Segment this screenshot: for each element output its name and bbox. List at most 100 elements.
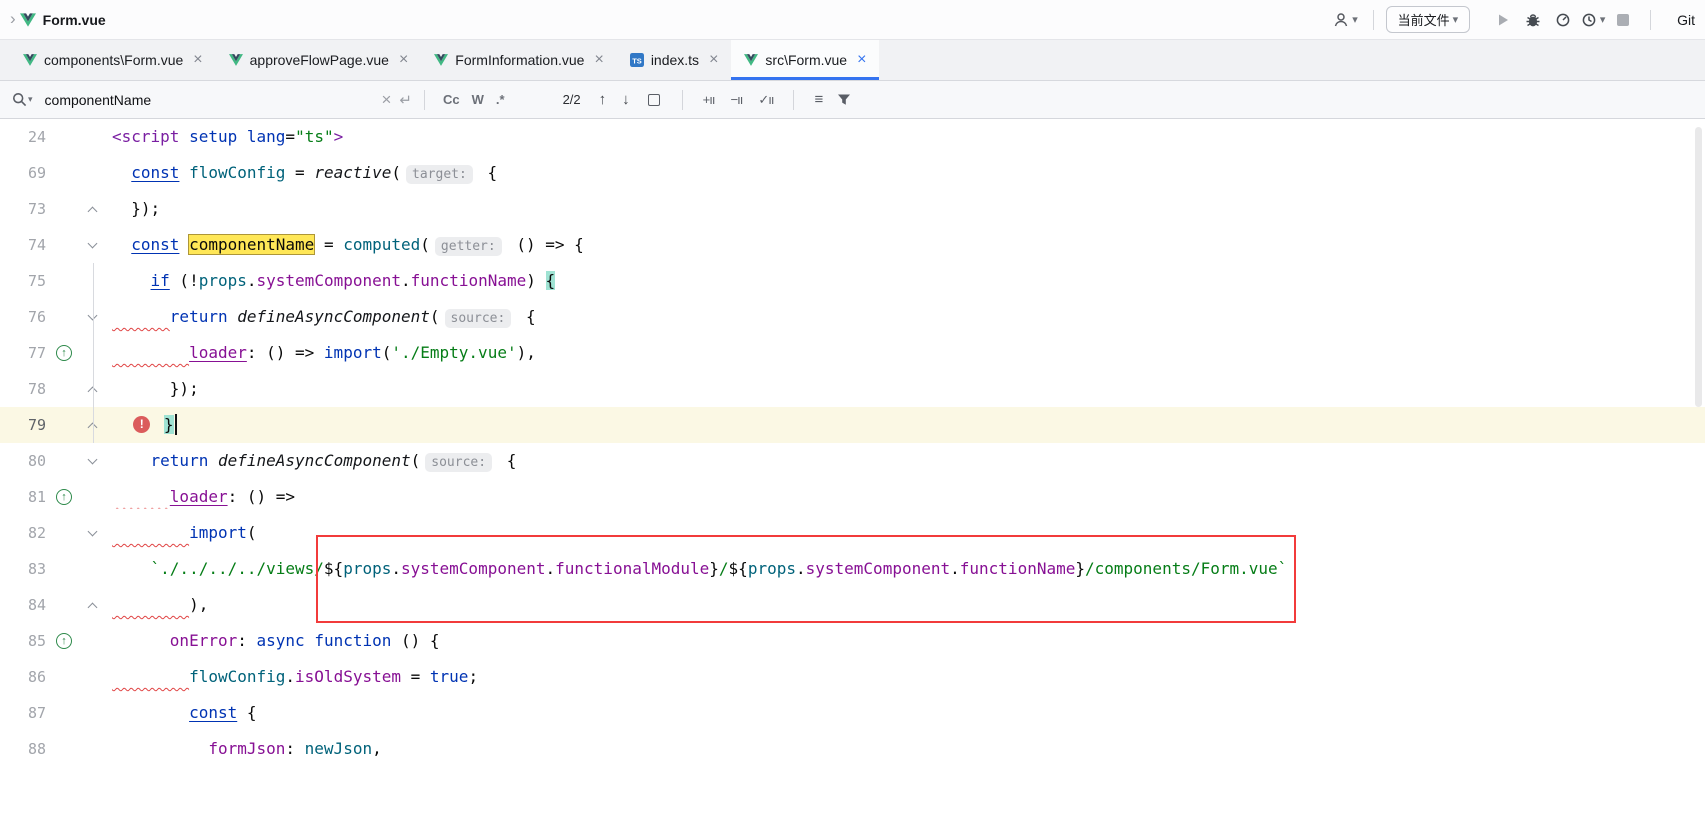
line-number[interactable]: 81 [0, 479, 46, 515]
line-number[interactable]: 76 [0, 299, 46, 335]
code-line[interactable]: 88 formJson: newJson, [0, 731, 1705, 767]
inlay-hint: source: [445, 309, 512, 328]
line-number[interactable]: 86 [0, 659, 46, 695]
code-line[interactable]: 69 const flowConfig = reactive(target: { [0, 155, 1705, 191]
newline-icon[interactable]: ↵ [399, 91, 412, 109]
line-number[interactable]: 88 [0, 731, 46, 767]
code-line[interactable]: 82 import( [0, 515, 1705, 551]
run-button[interactable] [1488, 6, 1518, 34]
fold-up-icon[interactable] [88, 207, 98, 217]
editor-tab[interactable]: FormInformation.vue× [421, 40, 617, 80]
chevron-down-icon: ▾ [28, 94, 33, 105]
run-config-dropdown[interactable]: 当前文件 ▾ [1386, 6, 1471, 33]
code-line[interactable]: 79 ! } [0, 407, 1705, 443]
previous-match-button[interactable]: ↑ [591, 91, 615, 108]
window-title: Form.vue [43, 12, 106, 28]
remove-occurrence-button[interactable]: −ıı [722, 92, 750, 107]
tab-close-icon[interactable]: × [399, 52, 408, 68]
editor[interactable]: 24<script setup lang="ts">69 const flowC… [0, 119, 1705, 819]
line-number[interactable]: 74 [0, 227, 46, 263]
code-line[interactable]: 85↑ onError: async function () { [0, 623, 1705, 659]
vue-icon [23, 54, 37, 66]
code-lines: 24<script setup lang="ts">69 const flowC… [0, 119, 1705, 767]
vue-icon [20, 13, 36, 27]
line-number[interactable]: 77 [0, 335, 46, 371]
text-caret [175, 414, 177, 435]
tab-label: src\Form.vue [765, 52, 847, 68]
git-menu[interactable]: Git [1677, 12, 1695, 28]
gutter-up-arrow-icon[interactable]: ↑ [56, 489, 72, 505]
search-input[interactable]: componentName [45, 92, 374, 108]
line-number[interactable]: 83 [0, 551, 46, 587]
fold-down-icon[interactable] [88, 239, 98, 249]
line-number[interactable]: 80 [0, 443, 46, 479]
code-line[interactable]: 76 return defineAsyncComponent(source: { [0, 299, 1705, 335]
fold-up-icon[interactable] [88, 603, 98, 613]
fold-down-icon[interactable] [88, 455, 98, 465]
line-number[interactable]: 79 [0, 407, 46, 443]
code-line[interactable]: 81↑ loader: () => [0, 479, 1705, 515]
code-line[interactable]: 86 flowConfig.isOldSystem = true; [0, 659, 1705, 695]
separator [1373, 10, 1374, 30]
line-number[interactable]: 78 [0, 371, 46, 407]
debug-button[interactable] [1518, 6, 1548, 34]
match-counter: 2/2 [563, 92, 581, 107]
editor-tab[interactable]: approveFlowPage.vue× [216, 40, 422, 80]
code-line[interactable]: 78 }); [0, 371, 1705, 407]
history-button[interactable]: ▾ [1578, 6, 1608, 34]
code-line[interactable]: 84 ), [0, 587, 1705, 623]
ts-icon: TS [630, 53, 644, 67]
code-line[interactable]: 73 }); [0, 191, 1705, 227]
editor-tab[interactable]: src\Form.vue × [731, 40, 879, 80]
separator [793, 90, 794, 110]
code-line[interactable]: 87 const { [0, 695, 1705, 731]
tab-close-icon[interactable]: × [193, 52, 202, 68]
match-case-toggle[interactable]: Cc [437, 89, 466, 110]
search-options-button[interactable]: ≡ [806, 91, 831, 108]
separator [682, 90, 683, 110]
breadcrumb-chevron-icon[interactable]: › [10, 9, 16, 29]
gutter-up-arrow-icon[interactable]: ↑ [56, 345, 72, 361]
clear-search-icon[interactable]: × [381, 90, 391, 110]
coverage-button[interactable] [1548, 6, 1578, 34]
next-match-button[interactable]: ↓ [614, 91, 638, 108]
add-occurrence-button[interactable]: +ıı [695, 92, 723, 107]
code-line[interactable]: 75 if (!props.systemComponent.functionNa… [0, 263, 1705, 299]
search-field[interactable]: ▾ componentName × ↵ [12, 90, 412, 110]
separator [1650, 10, 1651, 30]
whole-words-toggle[interactable]: W [466, 89, 490, 110]
tab-close-icon[interactable]: × [594, 52, 603, 68]
search-icon[interactable]: ▾ [12, 92, 33, 107]
editor-tab[interactable]: components\Form.vue× [10, 40, 216, 80]
editor-scrollbar[interactable] [1695, 127, 1702, 407]
line-number[interactable]: 84 [0, 587, 46, 623]
search-match-highlight: componentName [189, 235, 314, 254]
line-number[interactable]: 24 [0, 119, 46, 155]
select-all-occurrences-button[interactable]: ✓ıı [750, 92, 781, 108]
filter-icon[interactable] [837, 93, 851, 107]
code-line[interactable]: 77↑ loader: () => import('./Empty.vue'), [0, 335, 1705, 371]
code-line[interactable]: 74 const componentName = computed(getter… [0, 227, 1705, 263]
tab-close-icon[interactable]: × [709, 52, 718, 68]
user-menu-button[interactable]: ▾ [1331, 6, 1361, 34]
tab-strip: components\Form.vue×approveFlowPage.vue×… [0, 40, 1705, 81]
line-number[interactable]: 73 [0, 191, 46, 227]
code-line[interactable]: 83 `./../../../views/${props.systemCompo… [0, 551, 1705, 587]
error-icon[interactable]: ! [133, 416, 150, 433]
editor-tab[interactable]: TSindex.ts× [617, 40, 732, 80]
regex-toggle[interactable]: .* [490, 89, 511, 110]
line-number[interactable]: 87 [0, 695, 46, 731]
open-results-in-window-button[interactable] [648, 94, 660, 106]
gutter-up-arrow-icon[interactable]: ↑ [56, 633, 72, 649]
line-number[interactable]: 85 [0, 623, 46, 659]
line-number[interactable]: 75 [0, 263, 46, 299]
code-line[interactable]: 80 return defineAsyncComponent(source: { [0, 443, 1705, 479]
stop-button[interactable] [1608, 6, 1638, 34]
line-number[interactable]: 69 [0, 155, 46, 191]
code-line[interactable]: 24<script setup lang="ts"> [0, 119, 1705, 155]
search-bar: ▾ componentName × ↵ Cc W .* 2/2 ↑ ↓ +ıı … [0, 81, 1705, 119]
vue-icon [744, 54, 758, 66]
line-number[interactable]: 82 [0, 515, 46, 551]
fold-down-icon[interactable] [88, 527, 98, 537]
tab-close-icon[interactable]: × [857, 52, 866, 68]
